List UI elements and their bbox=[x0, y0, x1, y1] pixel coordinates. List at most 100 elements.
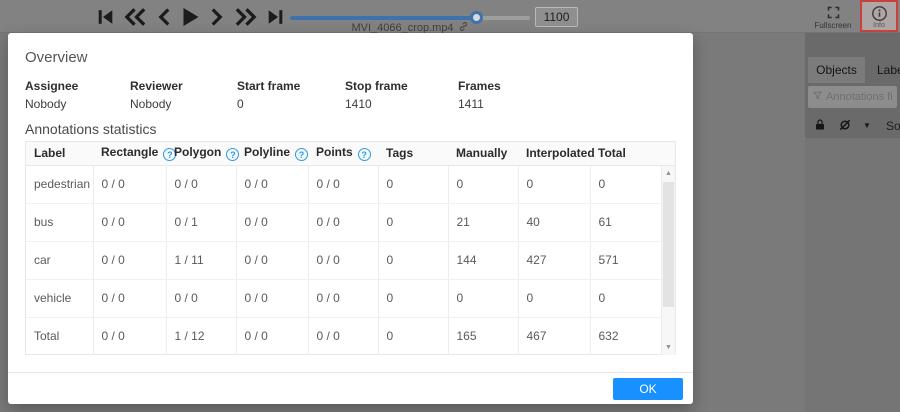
caret-down-icon[interactable]: ▼ bbox=[863, 121, 871, 130]
col-total: Total bbox=[590, 142, 675, 166]
stat-cell: 0 bbox=[377, 279, 448, 318]
stat-cell: 21 bbox=[447, 203, 518, 242]
scroll-up-icon[interactable]: ▲ bbox=[662, 167, 675, 180]
field-label: Assignee bbox=[25, 79, 79, 93]
job-info-modal: Overview Assignee Nobody Reviewer Nobody… bbox=[8, 33, 693, 404]
last-frame-icon bbox=[267, 7, 284, 27]
stat-cell: 0 / 0 bbox=[92, 203, 166, 242]
scroll-down-icon[interactable]: ▼ bbox=[662, 341, 675, 354]
table-row-total: Total 0 / 0 1 / 12 0 / 0 0 / 0 0 165 467… bbox=[26, 317, 675, 355]
next-frame-button[interactable] bbox=[209, 7, 224, 27]
stat-cell: 0 / 1 bbox=[165, 203, 236, 242]
player-toolbar: MVI_4066_crop.mp4 Fullscreen Info bbox=[0, 0, 900, 34]
stat-cell: 0 bbox=[517, 279, 590, 318]
stat-cell: 0 / 0 bbox=[235, 241, 308, 280]
col-manually: Manually bbox=[448, 142, 518, 166]
stat-cell: 40 bbox=[517, 203, 590, 242]
stat-cell: 0 / 0 bbox=[92, 279, 166, 318]
field-frames: Frames 1411 bbox=[458, 79, 558, 111]
sidebar-header: Objects Labels ▼ Sort bbox=[805, 33, 900, 138]
table-scrollbar[interactable]: ▲ ▼ bbox=[661, 166, 675, 355]
stat-cell: 0 bbox=[377, 317, 448, 355]
stat-cell: car bbox=[26, 241, 93, 280]
stats-table: Label Rectangle? Polygon? Polyline? Poin… bbox=[25, 141, 676, 355]
help-icon[interactable]: ? bbox=[226, 148, 240, 162]
help-icon[interactable]: ? bbox=[295, 148, 309, 162]
col-tags: Tags bbox=[378, 142, 448, 166]
play-icon bbox=[181, 7, 200, 27]
stat-cell: 0 / 0 bbox=[307, 165, 378, 204]
frame-number-input[interactable] bbox=[535, 7, 578, 27]
player-controls bbox=[97, 6, 284, 27]
field-label: Reviewer bbox=[130, 79, 183, 93]
lock-icon[interactable] bbox=[814, 118, 826, 137]
stat-cell: 165 bbox=[447, 317, 518, 355]
col-polygon: Polygon? bbox=[166, 142, 240, 166]
tab-labels[interactable]: Labels bbox=[875, 57, 900, 83]
field-label: Stop frame bbox=[345, 79, 408, 93]
annotations-filter-box[interactable] bbox=[808, 86, 897, 108]
field-assignee: Assignee Nobody bbox=[25, 79, 130, 111]
field-reviewer: Reviewer Nobody bbox=[130, 79, 237, 111]
field-value: 1411 bbox=[458, 97, 484, 111]
stat-cell: 1 / 11 bbox=[165, 241, 236, 280]
field-value: Nobody bbox=[130, 97, 172, 111]
previous-frame-button[interactable] bbox=[157, 7, 172, 27]
play-button[interactable] bbox=[181, 7, 200, 27]
stat-cell: 0 / 0 bbox=[307, 317, 378, 355]
backward-icon bbox=[123, 7, 148, 27]
fullscreen-label: Fullscreen bbox=[814, 20, 852, 30]
field-value: Nobody bbox=[25, 97, 67, 111]
col-polyline: Polyline? bbox=[236, 142, 309, 166]
stat-cell: 0 / 0 bbox=[165, 279, 236, 318]
forward-button[interactable] bbox=[233, 7, 258, 27]
help-icon[interactable]: ? bbox=[357, 148, 371, 162]
fullscreen-icon bbox=[811, 5, 855, 20]
field-start-frame: Start frame 0 bbox=[237, 79, 345, 111]
fullscreen-button[interactable]: Fullscreen bbox=[811, 2, 855, 32]
stat-cell: 1 / 12 bbox=[165, 317, 236, 355]
stat-cell: 144 bbox=[447, 241, 518, 280]
filter-funnel-icon bbox=[812, 88, 823, 106]
col-rectangle: Rectangle? bbox=[93, 142, 177, 166]
stat-cell: 0 / 0 bbox=[92, 317, 166, 355]
stat-cell: 0 / 0 bbox=[235, 317, 308, 355]
col-label: Label bbox=[26, 142, 93, 166]
stat-cell: 0 / 0 bbox=[92, 165, 166, 204]
table-row: car 0 / 0 1 / 11 0 / 0 0 / 0 0 144 427 5… bbox=[26, 241, 675, 280]
last-frame-button[interactable] bbox=[267, 7, 284, 27]
col-interpolated: Interpolated bbox=[518, 142, 595, 166]
tab-labels-label: Labels bbox=[877, 63, 900, 77]
stat-cell: pedestrian bbox=[26, 165, 93, 204]
stat-cell: 427 bbox=[517, 241, 590, 280]
field-label: Start frame bbox=[237, 79, 301, 93]
modal-footer-divider bbox=[8, 372, 693, 373]
scrollbar-thumb[interactable] bbox=[663, 182, 674, 307]
annotations-filter-input[interactable] bbox=[826, 91, 893, 103]
stat-cell: 0 bbox=[517, 165, 590, 204]
tab-objects[interactable]: Objects bbox=[808, 57, 865, 83]
backward-button[interactable] bbox=[123, 7, 148, 27]
previous-icon bbox=[157, 7, 172, 27]
stat-cell: 0 / 0 bbox=[235, 165, 308, 204]
stat-cell: 0 / 0 bbox=[235, 203, 308, 242]
stat-cell: 0 bbox=[377, 241, 448, 280]
ok-button[interactable]: OK bbox=[613, 378, 683, 400]
overview-fields: Assignee Nobody Reviewer Nobody Start fr… bbox=[25, 79, 558, 111]
sidebar-actions-row: ▼ Sort bbox=[805, 113, 900, 139]
info-icon bbox=[862, 5, 896, 22]
first-frame-icon bbox=[97, 7, 114, 27]
stat-cell: 0 / 0 bbox=[165, 165, 236, 204]
hidden-eye-icon[interactable] bbox=[838, 118, 852, 137]
info-button[interactable]: Info bbox=[860, 0, 898, 32]
stat-cell: vehicle bbox=[26, 279, 93, 318]
first-frame-button[interactable] bbox=[97, 7, 114, 27]
frame-slider[interactable] bbox=[290, 11, 530, 24]
stat-cell: bus bbox=[26, 203, 93, 242]
stat-cell: Total bbox=[34, 329, 60, 344]
stat-cell: 467 bbox=[517, 317, 590, 355]
video-filename: MVI_4066_crop.mp4 bbox=[351, 21, 454, 34]
app-stage: MVI_4066_crop.mp4 Fullscreen Info Object… bbox=[0, 0, 900, 412]
col-points: Points? bbox=[308, 142, 378, 166]
tab-objects-label: Objects bbox=[816, 63, 857, 77]
